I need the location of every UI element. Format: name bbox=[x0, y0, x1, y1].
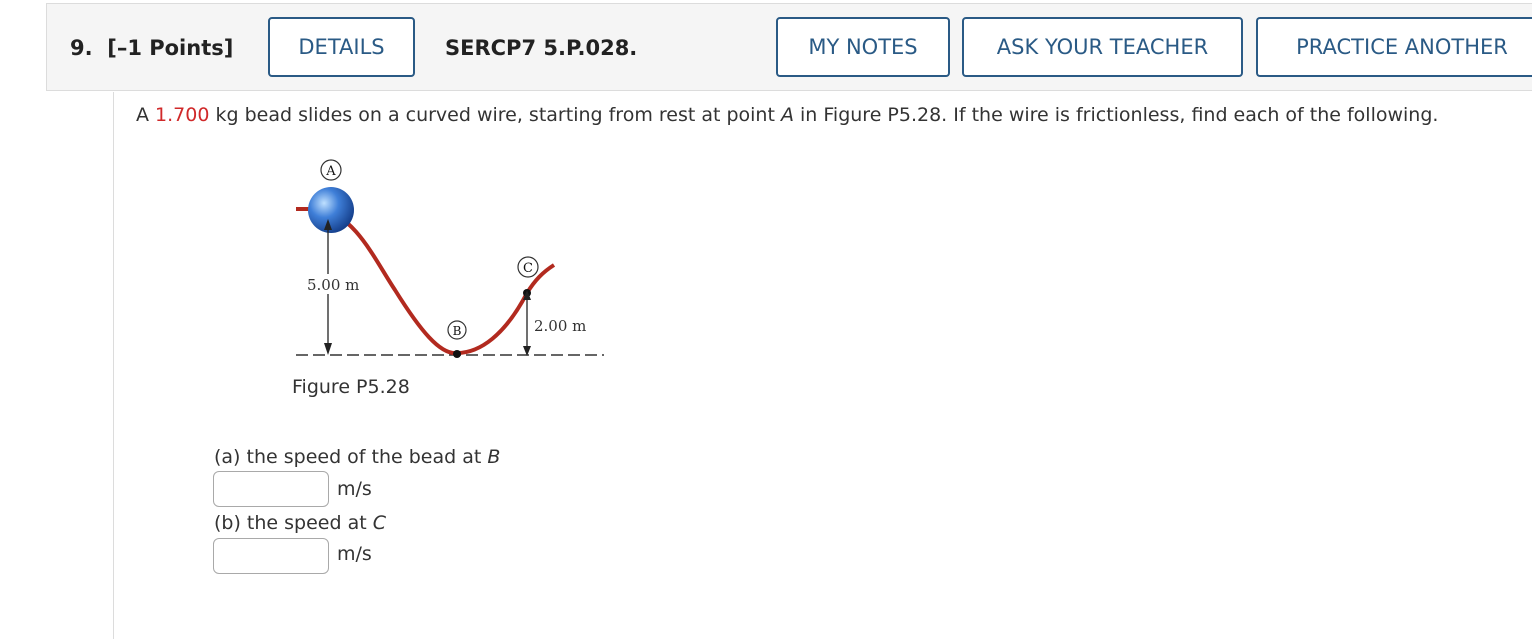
label-b: B bbox=[453, 324, 462, 338]
height-a-label: 5.00 m bbox=[307, 276, 359, 294]
figure-p5-28: 5.00 m B C 2.00 m A bbox=[296, 159, 604, 358]
part-a-prompt: (a) the speed of the bead at B bbox=[214, 446, 501, 468]
part-a-answer-input[interactable] bbox=[213, 471, 329, 507]
mass-value: 1.700 bbox=[155, 104, 210, 126]
arrowhead-down bbox=[324, 343, 332, 355]
question-number: 9. [–1 Points] bbox=[70, 36, 234, 60]
question-points: [–1 Points] bbox=[107, 36, 234, 60]
point-b-marker bbox=[453, 350, 461, 358]
part-b-answer-input[interactable] bbox=[213, 538, 329, 574]
part-b-unit: m/s bbox=[337, 543, 372, 565]
height-c-label: 2.00 m bbox=[534, 317, 586, 335]
label-a: A bbox=[325, 164, 336, 179]
my-notes-button[interactable]: MY NOTES bbox=[776, 17, 950, 77]
label-c: C bbox=[523, 261, 533, 276]
part-a-unit: m/s bbox=[337, 478, 372, 500]
question-code: SERCP7 5.P.028. bbox=[445, 36, 638, 60]
details-button[interactable]: DETAILS bbox=[268, 17, 415, 77]
practice-another-button[interactable]: PRACTICE ANOTHER bbox=[1256, 17, 1532, 77]
part-b-prompt: (b) the speed at C bbox=[214, 512, 386, 534]
figure-caption: Figure P5.28 bbox=[292, 376, 410, 398]
ask-teacher-button[interactable]: ASK YOUR TEACHER bbox=[962, 17, 1243, 77]
bead bbox=[308, 187, 354, 233]
problem-statement: A 1.700 kg bead slides on a curved wire,… bbox=[136, 104, 1439, 126]
